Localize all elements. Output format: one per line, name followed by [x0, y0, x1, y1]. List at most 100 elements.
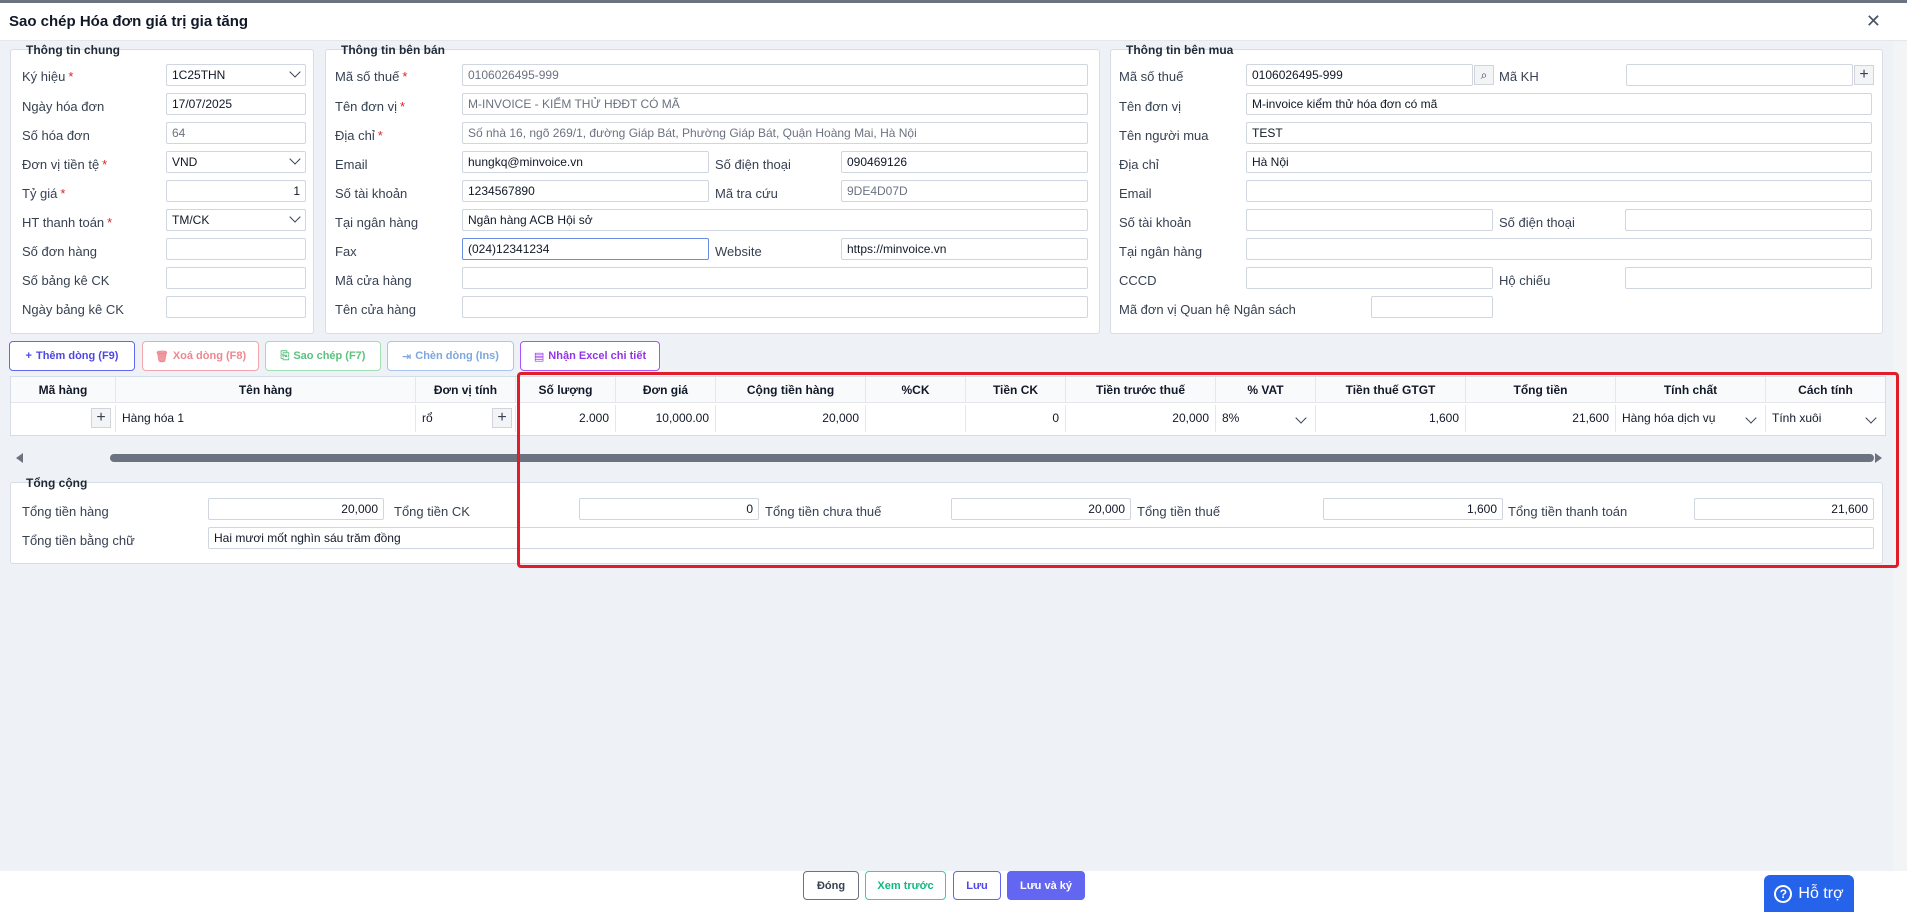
col-header[interactable]: Cách tính: [1766, 377, 1885, 403]
col-header[interactable]: Mã hàng: [11, 377, 116, 403]
col-header[interactable]: Cộng tiền hàng: [716, 377, 866, 403]
store-name-input[interactable]: [462, 296, 1088, 318]
budget-unit-input[interactable]: [1371, 296, 1493, 318]
seller-fax-input[interactable]: (024)12341234: [462, 238, 709, 260]
seller-account-input[interactable]: 1234567890: [462, 180, 709, 202]
payment-method-select[interactable]: TM/CK: [166, 209, 306, 231]
symbol-select[interactable]: 1C25THN: [166, 64, 306, 86]
col-header[interactable]: Đơn vị tính: [416, 377, 516, 403]
col-header[interactable]: Tiền thuế GTGT: [1316, 377, 1466, 403]
col-header[interactable]: Tiền CK: [966, 377, 1066, 403]
method-select[interactable]: Tính xuôi: [1766, 405, 1885, 432]
unit-cell[interactable]: rổ +: [416, 405, 516, 432]
amount-in-words-label: Tổng tiền bằng chữ: [22, 533, 135, 548]
buyer-address-input[interactable]: Hà Nội: [1246, 151, 1872, 173]
total-cell[interactable]: 21,600: [1466, 405, 1616, 432]
scroll-right-icon[interactable]: [1875, 453, 1882, 463]
buyer-account-input[interactable]: [1246, 209, 1493, 231]
item-name-cell[interactable]: Hàng hóa 1: [116, 405, 416, 432]
preview-button[interactable]: Xem trước: [865, 871, 946, 900]
discount-list-date-input[interactable]: [166, 296, 306, 318]
add-unit-icon[interactable]: +: [492, 408, 512, 428]
total-pretax-input[interactable]: 20,000: [951, 498, 1131, 520]
order-number-label: Số đơn hàng: [22, 244, 98, 259]
col-header[interactable]: Đơn giá: [616, 377, 716, 403]
total-discount-input[interactable]: 0: [579, 498, 759, 520]
buyer-phone-input[interactable]: [1625, 209, 1872, 231]
horizontal-scrollbar[interactable]: [14, 452, 1884, 464]
unit-price-cell[interactable]: 10,000.00: [616, 405, 716, 432]
field-label: Tên đơn vị: [335, 99, 397, 114]
required-mark: *: [400, 99, 406, 114]
close-icon[interactable]: ✕: [1866, 11, 1881, 32]
help-label: Hỗ trợ: [1798, 884, 1844, 902]
save-button[interactable]: Lưu: [953, 871, 1001, 900]
buyer-tax-code-input[interactable]: 0106026495-999: [1246, 64, 1473, 86]
discount-cell[interactable]: 0: [966, 405, 1066, 432]
vertical-scrollbar[interactable]: [1893, 41, 1907, 912]
buyer-name-input[interactable]: M-invoice kiểm thử hóa đơn có mã: [1246, 93, 1872, 115]
col-header[interactable]: Tổng tiền: [1466, 377, 1616, 403]
import-excel-button[interactable]: ▤ Nhận Excel chi tiết: [520, 341, 660, 371]
help-button[interactable]: ? Hỗ trợ: [1764, 875, 1854, 912]
col-header[interactable]: Tính chất: [1616, 377, 1766, 403]
amount-in-words-input[interactable]: Hai mươi mốt nghìn sáu trăm đồng: [208, 527, 1874, 549]
nature-select[interactable]: Hàng hóa dịch vụ: [1616, 405, 1766, 432]
insert-row-button[interactable]: ⇥ Chèn dòng (Ins): [387, 341, 514, 371]
store-code-input[interactable]: [462, 267, 1088, 289]
seller-phone-input[interactable]: 090469126: [841, 151, 1088, 173]
seller-name-input[interactable]: M-INVOICE - KIỂM THỬ HĐĐT CÓ MÃ: [462, 93, 1088, 115]
buyer-tax-code-label: Mã số thuế: [1119, 69, 1184, 84]
col-header[interactable]: %CK: [866, 377, 966, 403]
save-and-sign-button[interactable]: Lưu và ký: [1007, 871, 1085, 900]
seller-website-input[interactable]: https://minvoice.vn: [841, 238, 1088, 260]
delete-row-button[interactable]: 🗑 Xoá dòng (F8): [142, 341, 259, 371]
buyer-bank-input[interactable]: [1246, 238, 1872, 260]
add-item-icon[interactable]: +: [91, 408, 111, 428]
exchange-rate-input[interactable]: 1: [166, 180, 306, 202]
chevron-down-icon: [289, 153, 301, 165]
invoice-date-input[interactable]: 17/07/2025: [166, 93, 306, 115]
vat-amount-cell[interactable]: 1,600: [1316, 405, 1466, 432]
search-icon[interactable]: ⌕: [1474, 65, 1494, 85]
lookup-code-input[interactable]: 9DE4D07D: [841, 180, 1088, 202]
seller-email-input[interactable]: hungkq@minvoice.vn: [462, 151, 709, 173]
close-button[interactable]: Đóng: [803, 871, 859, 900]
scroll-thumb[interactable]: [110, 454, 1874, 462]
invoice-number-label: Số hóa đơn: [22, 128, 90, 143]
buyer-email-input[interactable]: [1246, 180, 1872, 202]
seller-bank-label: Tại ngân hàng: [335, 215, 419, 230]
add-row-button[interactable]: + Thêm dòng (F9): [9, 341, 135, 371]
seller-tax-code-input[interactable]: 0106026495-999: [462, 64, 1088, 86]
item-code-cell[interactable]: +: [11, 405, 116, 432]
col-header[interactable]: % VAT: [1216, 377, 1316, 403]
add-customer-icon[interactable]: +: [1854, 65, 1874, 85]
currency-select[interactable]: VND: [166, 151, 306, 173]
vat-select[interactable]: 8%: [1216, 405, 1316, 432]
total-pretax-label: Tổng tiền chưa thuế: [765, 504, 882, 519]
copy-row-button[interactable]: ⎘ Sao chép (F7): [265, 341, 381, 371]
invoice-number-input[interactable]: 64: [166, 122, 306, 144]
field-label: HT thanh toán: [22, 215, 105, 230]
seller-address-input[interactable]: Số nhà 16, ngõ 269/1, đường Giáp Bát, Ph…: [462, 122, 1088, 144]
seller-bank-input[interactable]: Ngân hàng ACB Hội sở: [462, 209, 1088, 231]
total-payment-input[interactable]: 21,600: [1694, 498, 1874, 520]
col-header[interactable]: Tiền trước thuế: [1066, 377, 1216, 403]
discount-pct-cell[interactable]: [866, 405, 966, 432]
customer-code-input[interactable]: [1626, 64, 1853, 86]
discount-list-input[interactable]: [166, 267, 306, 289]
quantity-cell[interactable]: 2.000: [516, 405, 616, 432]
buyer-email-label: Email: [1119, 186, 1152, 201]
order-number-input[interactable]: [166, 238, 306, 260]
col-header[interactable]: Tên hàng: [116, 377, 416, 403]
total-tax-input[interactable]: 1,600: [1323, 498, 1503, 520]
cccd-input[interactable]: [1246, 267, 1493, 289]
passport-input[interactable]: [1625, 267, 1872, 289]
pre-tax-cell[interactable]: 20,000: [1066, 405, 1216, 432]
general-info-title: Thông tin chung: [26, 43, 120, 57]
amount-cell[interactable]: 20,000: [716, 405, 866, 432]
scroll-left-icon[interactable]: [16, 453, 23, 463]
total-goods-input[interactable]: 20,000: [208, 498, 384, 520]
buyer-person-input[interactable]: TEST: [1246, 122, 1872, 144]
col-header[interactable]: Số lượng: [516, 377, 616, 403]
